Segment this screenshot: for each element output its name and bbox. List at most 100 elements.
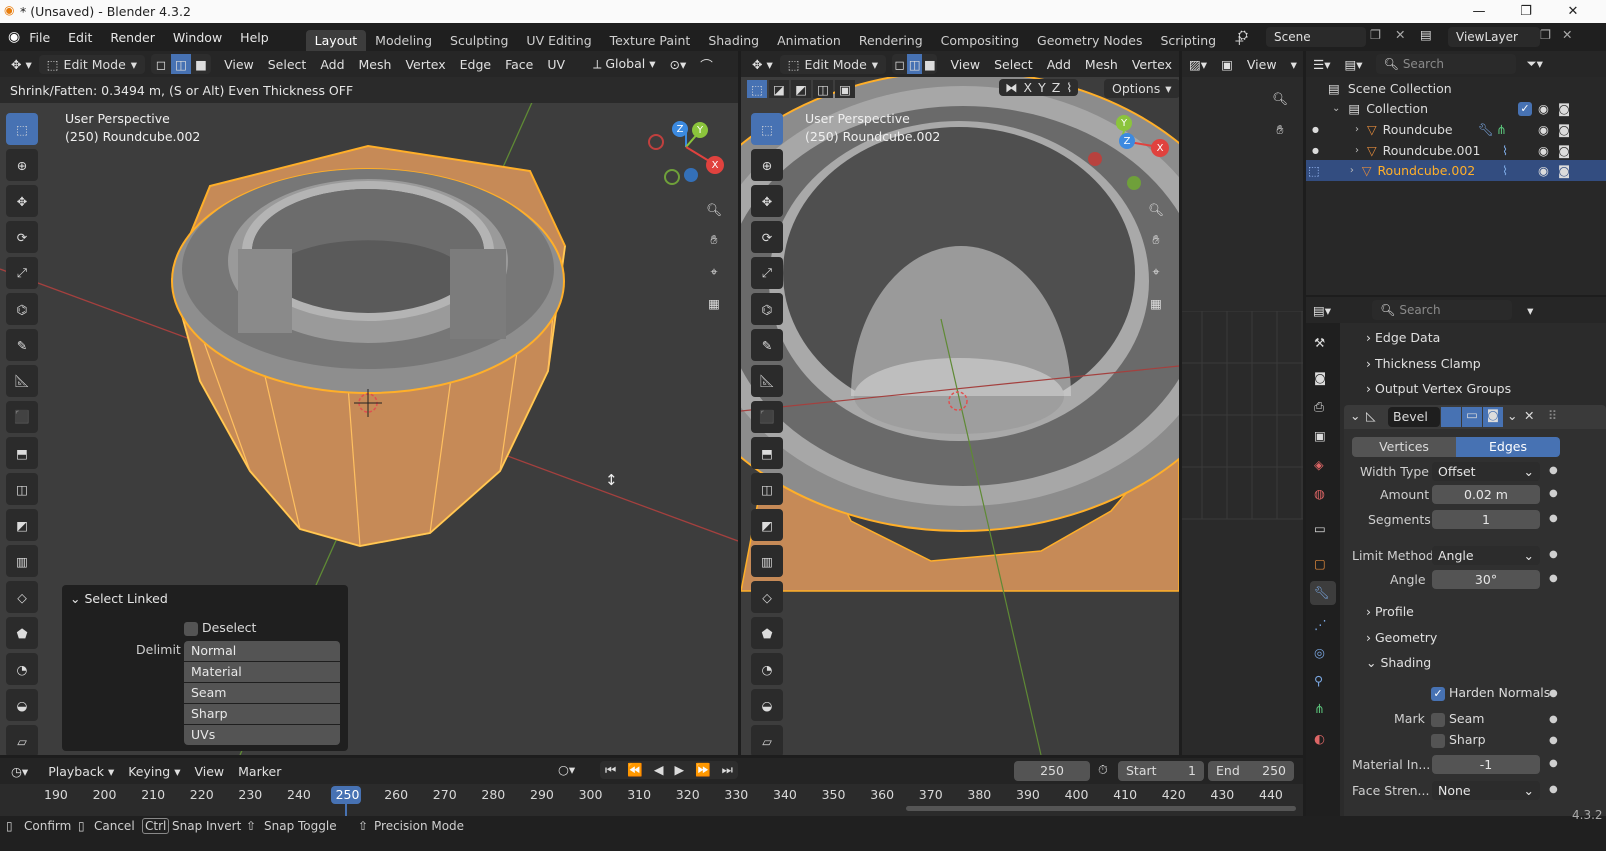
collection-tab-icon[interactable]: ▭ [1314, 521, 1326, 536]
knife-tool-icon[interactable]: ◇ [6, 581, 38, 613]
poly-build-tool-icon[interactable]: ⬟ [751, 617, 783, 649]
timeline-scrollbar[interactable] [906, 806, 1296, 811]
bevel-tool-icon[interactable]: ◩ [751, 509, 783, 541]
gizmo-z-icon[interactable]: Z [672, 121, 688, 137]
pan-hand-icon[interactable]: ✋︎ [1142, 226, 1170, 254]
menu-playback[interactable]: Playback ▾ [41, 762, 121, 781]
menu-vertex[interactable]: Vertex [1125, 55, 1179, 74]
spin-tool-icon[interactable]: ◔ [751, 653, 783, 685]
limit-method-dropdown[interactable]: Angle ⌄ [1432, 546, 1540, 565]
annotate-tool-icon[interactable]: ✎ [751, 329, 783, 361]
vertex-select-icon[interactable]: ◻ [151, 54, 171, 74]
harden-normals-checkbox[interactable]: ✓ Harden Normals [1431, 685, 1550, 701]
section-geometry[interactable]: › Geometry [1366, 630, 1437, 645]
visibility-eye-icon[interactable]: ◉ [1538, 101, 1549, 116]
material-tab-icon[interactable]: ◐ [1314, 731, 1325, 746]
outliner-item-roundcube-002[interactable]: ⬚ › ▽ Roundcube.002 ⌇ ◉ ◙ [1306, 160, 1606, 181]
zoom-icon[interactable]: 🔍︎ [1142, 196, 1170, 224]
face-select-icon[interactable]: ■ [922, 54, 937, 74]
section-edge-data[interactable]: › Edge Data [1366, 330, 1440, 345]
amount-field[interactable]: 0.02 m [1432, 485, 1540, 504]
select-box-tool-icon[interactable]: ⬚ [751, 113, 783, 145]
options-dropdown[interactable]: Options ▾ [1104, 79, 1179, 98]
prev-keyframe-icon[interactable]: ⏪ [622, 761, 648, 779]
deselect-checkbox[interactable]: Deselect [184, 620, 256, 636]
outliner-item-roundcube[interactable]: ● › ▽ Roundcube 🔧︎ ⋔ ◉ ◙ [1306, 119, 1606, 140]
play-reverse-icon[interactable]: ◀ [649, 761, 669, 779]
transform-tool-icon[interactable]: ⌬ [751, 293, 783, 325]
select-extend-icon[interactable]: ◪ [769, 80, 789, 98]
ortho-grid-icon[interactable]: ▦ [700, 289, 728, 317]
delimit-sharp[interactable]: Sharp [184, 704, 340, 724]
expand-icon[interactable]: › [1355, 124, 1359, 135]
tab-layout[interactable]: Layout [305, 30, 367, 51]
viewport-toggle-icon[interactable]: ▭ [1462, 407, 1482, 427]
width-type-dropdown[interactable]: Offset ⌄ [1432, 462, 1540, 481]
current-frame-field[interactable]: 250 [1014, 761, 1090, 781]
tool-tab-icon[interactable]: ⚒ [1314, 335, 1325, 350]
editmode-toggle-icon[interactable] [1441, 407, 1461, 427]
menu-file[interactable]: File [20, 30, 59, 45]
gizmo-z-icon[interactable]: Z [1119, 133, 1135, 149]
mode-dropdown[interactable]: ⬚ Edit Mode ▾ [38, 54, 146, 74]
menu-view[interactable]: View [217, 55, 261, 74]
scene-icon[interactable]: ⛭ [1238, 27, 1248, 43]
constraints-tab-icon[interactable]: ⚲ [1314, 673, 1323, 688]
collapse-icon[interactable]: ⌄ [1350, 408, 1360, 423]
render-camera-icon[interactable]: ◙ [1558, 143, 1570, 158]
mode-dropdown[interactable]: ⬚ Edit Mode ▾ [779, 54, 887, 74]
select-new-icon[interactable]: ⬚ [747, 80, 767, 98]
menu-add[interactable]: Add [1040, 55, 1078, 74]
menu-edit[interactable]: Edit [59, 30, 101, 45]
new-scene-icon[interactable]: ❐ [1370, 27, 1381, 42]
spin-tool-icon[interactable]: ◔ [6, 653, 38, 685]
mirror-topology-icon[interactable]: ⌇ [1066, 80, 1072, 95]
loop-cut-tool-icon[interactable]: ▥ [751, 545, 783, 577]
editor-type-icon[interactable]: ✥ ▾ [4, 55, 39, 74]
outliner-scene-collection[interactable]: ▤ Scene Collection [1306, 78, 1606, 99]
menu-window[interactable]: Window [164, 30, 231, 45]
snap-icon[interactable]: ⌒ [693, 53, 720, 76]
view-layer-tab-icon[interactable]: ▣ [1314, 428, 1326, 443]
gizmo-x-icon[interactable]: X [706, 156, 724, 174]
material-index-field[interactable]: -1 [1432, 755, 1540, 774]
keyframe-record-icon[interactable]: ○▾ [558, 762, 575, 777]
add-cube-tool-icon[interactable]: ⬛ [6, 401, 38, 433]
delete-modifier-icon[interactable]: ✕ [1524, 408, 1534, 423]
remove-scene-icon[interactable]: ✕ [1395, 27, 1405, 42]
delimit-normal[interactable]: Normal [184, 641, 340, 661]
object-tab-icon[interactable]: ▢ [1314, 556, 1326, 571]
vertex-select-icon[interactable]: ◻ [892, 54, 907, 74]
menu-view[interactable]: View [943, 55, 987, 74]
maximize-button[interactable]: ❐ [1503, 0, 1549, 23]
face-strength-dropdown[interactable]: None ⌄ [1432, 781, 1540, 800]
render-camera-icon[interactable]: ◙ [1558, 122, 1570, 137]
select-subtract-icon[interactable]: ◩ [791, 80, 811, 98]
render-camera-icon[interactable]: ◙ [1558, 101, 1570, 116]
tab-texture-paint[interactable]: Texture Paint [601, 30, 700, 51]
edge-select-icon[interactable]: ◫ [171, 54, 192, 74]
tab-uv-editing[interactable]: UV Editing [517, 30, 600, 51]
face-select-icon[interactable]: ■ [191, 54, 211, 74]
close-button[interactable]: ✕ [1550, 0, 1596, 23]
menu-keying[interactable]: Keying ▾ [121, 762, 187, 781]
tab-rendering[interactable]: Rendering [850, 30, 932, 51]
angle-field[interactable]: 30° [1432, 570, 1540, 589]
mirror-y-toggle[interactable]: Y [1038, 80, 1046, 95]
expand-icon[interactable]: ⌄ [1332, 103, 1340, 114]
mirror-icon[interactable]: ⧓ [1005, 80, 1018, 95]
smooth-tool-icon[interactable]: ◒ [751, 689, 783, 721]
camera-view-icon[interactable]: ⌖ [1142, 258, 1170, 286]
modifier-wrench-icon[interactable]: 🔧︎ [1478, 122, 1494, 138]
tab-modeling[interactable]: Modeling [366, 30, 441, 51]
render-camera-icon[interactable]: ◙ [1558, 163, 1570, 178]
small-view-menu[interactable]: View [1240, 55, 1284, 74]
minimize-button[interactable]: — [1456, 0, 1502, 23]
start-frame-field[interactable]: Start 1 [1118, 761, 1204, 781]
particles-tab-icon[interactable]: ⋰ [1314, 617, 1327, 632]
view-layer-field[interactable]: ViewLayer [1448, 27, 1540, 47]
menu-vertex[interactable]: Vertex [398, 55, 452, 74]
vertex-group-icon[interactable]: ⋔ [1496, 122, 1506, 137]
tab-scripting[interactable]: Scripting [1151, 30, 1225, 51]
menu-select[interactable]: Select [987, 55, 1040, 74]
